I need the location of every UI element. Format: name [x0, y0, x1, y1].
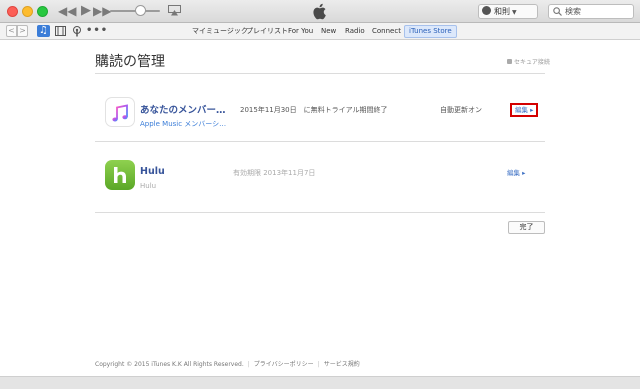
search-field[interactable]: 検索	[548, 4, 634, 19]
subscription-date: 有効期限 2013年11月7日	[233, 169, 316, 177]
subscription-description[interactable]: Apple Music メンバーシ…	[140, 119, 226, 129]
tab-connect[interactable]: Connect	[372, 25, 401, 38]
minimize-window-button[interactable]	[22, 6, 33, 17]
hulu-icon	[105, 160, 135, 190]
more-icon[interactable]: •••	[86, 25, 107, 37]
airplay-icon[interactable]	[168, 5, 181, 16]
tab-for-you[interactable]: For You	[288, 25, 313, 38]
back-button[interactable]: <	[6, 25, 17, 37]
user-avatar-icon	[482, 6, 491, 15]
page-title: 購読の管理	[95, 54, 165, 70]
secure-connection-label: セキュア接続	[507, 57, 550, 66]
terms-link[interactable]: サービス規約	[324, 361, 360, 368]
tab-new[interactable]: New	[321, 25, 336, 38]
rewind-icon[interactable]: ◀◀	[58, 3, 76, 19]
film-icon[interactable]	[54, 25, 67, 37]
subscription-name: Hulu	[140, 166, 165, 177]
copyright-text: Copyright © 2015 iTunes K.K All Rights R…	[95, 361, 244, 368]
footer: Copyright © 2015 iTunes K.K All Rights R…	[95, 359, 360, 368]
subscription-description: Hulu	[140, 182, 157, 190]
play-icon[interactable]: ▶	[81, 3, 91, 19]
subscription-name: あなたのメンバー…	[140, 105, 226, 116]
separator: |	[247, 361, 250, 368]
music-note-icon[interactable]: ♫	[37, 25, 50, 37]
volume-slider-knob[interactable]	[134, 5, 146, 16]
lock-icon	[507, 59, 512, 64]
subscription-status: 自動更新オン	[440, 106, 482, 114]
done-button[interactable]: 完了	[508, 221, 545, 234]
search-placeholder: 検索	[565, 7, 581, 16]
title-bar: ◀◀ ▶ ▶▶ 和則 ▼ 検索	[0, 0, 640, 23]
chevron-down-icon: ▼	[512, 9, 517, 16]
divider	[95, 73, 545, 74]
tab-radio[interactable]: Radio	[345, 25, 365, 38]
bottom-bar	[0, 376, 640, 389]
tab-itunes-store[interactable]: iTunes Store	[404, 25, 457, 38]
divider	[95, 212, 545, 213]
tab-my-music[interactable]: マイミュージック	[192, 25, 248, 38]
privacy-policy-link[interactable]: プライバシーポリシー	[254, 361, 314, 368]
edit-subscription-button[interactable]: 編集 ▸	[510, 103, 539, 117]
close-window-button[interactable]	[7, 6, 18, 17]
account-button[interactable]: 和則 ▼	[478, 4, 538, 19]
forward-button[interactable]: >	[17, 25, 28, 37]
zoom-window-button[interactable]	[37, 6, 48, 17]
subscription-date: 2015年11月30日 に無料トライアル期間終了	[240, 106, 388, 114]
account-name: 和則	[494, 7, 510, 16]
separator: |	[317, 361, 320, 368]
search-icon	[553, 7, 562, 16]
edit-subscription-button[interactable]: 編集 ▸	[507, 168, 525, 178]
fast-forward-icon[interactable]: ▶▶	[93, 3, 111, 19]
music-note-icon	[105, 97, 135, 127]
tab-playlists[interactable]: プレイリスト	[246, 25, 288, 38]
divider	[95, 141, 545, 142]
toolbar: < > ♫ ••• マイミュージック プレイリスト For You New Ra…	[0, 23, 640, 40]
apple-logo-icon	[313, 3, 326, 20]
podcast-icon[interactable]	[70, 25, 83, 37]
